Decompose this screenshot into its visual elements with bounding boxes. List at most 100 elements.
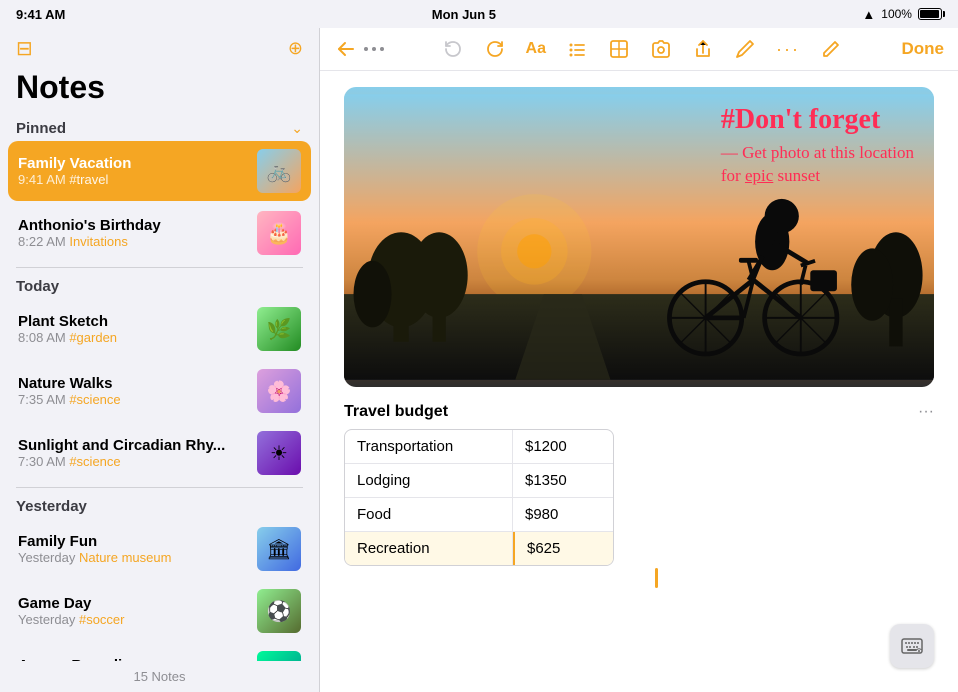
budget-row-food: Food $980 — [345, 498, 613, 532]
budget-label-food: Food — [345, 498, 513, 531]
note-item-title: Family Vacation — [18, 155, 249, 172]
thumb-plant-icon: 🌿 — [267, 317, 292, 342]
section-today-header: Today — [8, 272, 311, 299]
travel-budget: Travel budget ··· Transportation $1200 L… — [344, 403, 934, 566]
note-thumbnail-gameday: ⚽ — [257, 589, 301, 633]
sidebar: ⊟ ⊕ Notes Pinned ⌄ Family Vacation 9:41 … — [0, 28, 320, 692]
budget-table: Transportation $1200 Lodging $1350 Food … — [344, 429, 614, 566]
handwritten-subtitle: — Get photo at this location for epic su… — [721, 141, 914, 189]
divider-1 — [16, 267, 303, 268]
done-button[interactable]: Done — [900, 37, 947, 61]
note-time: Yesterday — [18, 612, 75, 627]
sidebar-toggle-icon[interactable]: ⊟ — [16, 36, 33, 61]
share-button[interactable] — [690, 36, 716, 62]
redo-button[interactable] — [482, 36, 508, 62]
back-button[interactable] — [332, 36, 358, 62]
note-item-title: Nature Walks — [18, 375, 249, 392]
section-today-label: Today — [16, 278, 59, 295]
pen-button[interactable] — [732, 36, 758, 62]
keyboard-button[interactable] — [890, 624, 934, 668]
handwritten-title: #Don't forget — [721, 103, 914, 137]
budget-menu-icon[interactable]: ··· — [918, 403, 934, 421]
right-panel: Aa — [320, 28, 958, 692]
thumb-sunlight-icon: ☀ — [270, 441, 288, 466]
status-bar: 9:41 AM Mon Jun 5 ▲ 100% — [0, 0, 958, 28]
note-time: 9:41 AM — [18, 172, 66, 187]
note-count: 15 Notes — [0, 661, 319, 692]
note-time: 7:35 AM — [18, 392, 66, 407]
note-item-birthday[interactable]: Anthonio's Birthday 8:22 AM Invitations … — [8, 203, 311, 263]
note-thumbnail-vacation: 🚲 — [257, 149, 301, 193]
note-thumbnail-birthday: 🎂 — [257, 211, 301, 255]
note-item-nature-walks-content: Nature Walks 7:35 AM #science — [18, 375, 249, 407]
note-item-birthday-content: Anthonio's Birthday 8:22 AM Invitations — [18, 217, 249, 249]
note-time: 8:22 AM — [18, 234, 66, 249]
budget-label-lodging: Lodging — [345, 464, 513, 497]
note-item-title: Game Day — [18, 595, 249, 612]
note-item-subtitle: 8:22 AM Invitations — [18, 234, 249, 249]
dot-2 — [372, 47, 376, 51]
note-item-title: Sunlight and Circadian Rhy... — [18, 437, 249, 454]
note-photo: #Don't forget — Get photo at this locati… — [344, 87, 934, 387]
note-item-subtitle: 7:35 AM #science — [18, 392, 249, 407]
handwritten-underline: epic — [745, 166, 773, 185]
section-yesterday-label: Yesterday — [16, 498, 87, 515]
thumb-bike-icon: 🚲 — [267, 159, 292, 184]
note-item-nature-walks[interactable]: Nature Walks 7:35 AM #science 🌸 — [8, 361, 311, 421]
sidebar-header-left: ⊟ — [16, 36, 33, 61]
note-item-aurora[interactable]: Aurora Borealis Yesterday Collision with… — [8, 643, 311, 661]
dot-3 — [380, 47, 384, 51]
toolbar-center-dots — [364, 47, 384, 51]
battery-icon — [918, 8, 942, 20]
toolbar-left — [332, 36, 358, 62]
thumb-nature-icon: 🌸 — [267, 379, 292, 404]
note-item-title: Family Fun — [18, 533, 249, 550]
note-thumbnail-nature: 🌸 — [257, 369, 301, 413]
budget-value-food: $980 — [513, 498, 613, 531]
section-pinned-label: Pinned — [16, 120, 66, 137]
handwritten-overlay: #Don't forget — Get photo at this locati… — [721, 103, 914, 188]
battery-percent: 100% — [881, 7, 912, 21]
budget-row-recreation: Recreation $625 — [345, 532, 613, 565]
thumb-familyfun-icon: 🏛 — [266, 537, 291, 562]
table-button[interactable] — [606, 36, 632, 62]
status-right: ▲ 100% — [862, 7, 942, 22]
note-thumbnail-aurora: 🌌 — [257, 651, 301, 661]
note-item-title: Anthonio's Birthday — [18, 217, 249, 234]
budget-label-recreation: Recreation — [345, 532, 513, 565]
divider-2 — [16, 487, 303, 488]
note-item-sunlight[interactable]: Sunlight and Circadian Rhy... 7:30 AM #s… — [8, 423, 311, 483]
active-row-marker — [655, 568, 658, 588]
notes-list: Pinned ⌄ Family Vacation 9:41 AM #travel… — [0, 114, 319, 661]
note-item-family-vacation[interactable]: Family Vacation 9:41 AM #travel 🚲 — [8, 141, 311, 201]
pinned-chevron-icon[interactable]: ⌄ — [291, 120, 303, 137]
toolbar-center: Aa — [390, 36, 894, 62]
undo-button[interactable] — [440, 36, 466, 62]
note-tag: #garden — [69, 330, 117, 345]
list-button[interactable] — [564, 36, 590, 62]
note-tag: #soccer — [79, 612, 125, 627]
note-content: #Don't forget — Get photo at this locati… — [320, 71, 958, 692]
budget-value-recreation: $625 — [513, 532, 613, 565]
note-tag: Nature museum — [79, 550, 171, 565]
edit-button[interactable] — [818, 36, 844, 62]
thumb-birthday-icon: 🎂 — [267, 221, 292, 246]
note-item-sunlight-content: Sunlight and Circadian Rhy... 7:30 AM #s… — [18, 437, 249, 469]
note-item-family-fun-content: Family Fun Yesterday Nature museum — [18, 533, 249, 565]
note-item-title: Plant Sketch — [18, 313, 249, 330]
camera-button[interactable] — [648, 36, 674, 62]
section-yesterday-header: Yesterday — [8, 492, 311, 519]
budget-row-transportation: Transportation $1200 — [345, 430, 613, 464]
dot-1 — [364, 47, 368, 51]
note-item-family-fun[interactable]: Family Fun Yesterday Nature museum 🏛 — [8, 519, 311, 579]
sidebar-menu-icon[interactable]: ⊕ — [288, 38, 303, 59]
note-item-game-day[interactable]: Game Day Yesterday #soccer ⚽ — [8, 581, 311, 641]
note-item-plant-sketch[interactable]: Plant Sketch 8:08 AM #garden 🌿 — [8, 299, 311, 359]
thumb-gameday-icon: ⚽ — [267, 599, 292, 624]
note-tag: #travel — [69, 172, 108, 187]
note-thumbnail-sunlight: ☀ — [257, 431, 301, 475]
wifi-icon: ▲ — [862, 7, 875, 22]
text-format-button[interactable]: Aa — [524, 38, 548, 60]
note-item-subtitle: 7:30 AM #science — [18, 454, 249, 469]
more-button[interactable]: ··· — [774, 37, 802, 62]
